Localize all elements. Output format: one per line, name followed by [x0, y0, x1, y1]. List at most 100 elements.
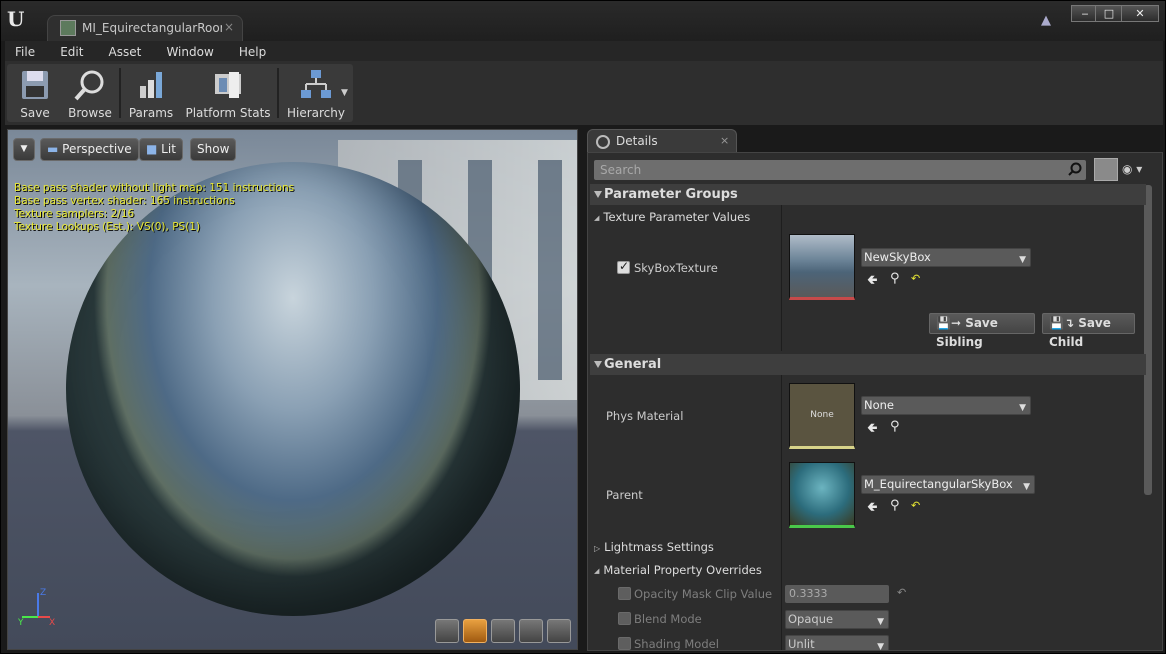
sphere-preview-button[interactable]: [463, 619, 487, 643]
shading-override-checkbox[interactable]: [618, 637, 631, 650]
view-options-eye-icon[interactable]: ◉ ▾: [1122, 162, 1152, 176]
close-window-button[interactable]: ✕: [1121, 5, 1159, 22]
details-search-input[interactable]: Search: [594, 160, 1086, 180]
parent-combo[interactable]: M_EquirectangularSkyBox ▼: [861, 475, 1035, 494]
phys-material-combo[interactable]: None ▼: [861, 396, 1031, 415]
shading-value: Unlit: [788, 637, 815, 651]
section-general[interactable]: General: [590, 354, 1146, 375]
parent-material-thumbnail[interactable]: [789, 462, 855, 528]
editor-window: U MI_EquirectangularRoom! × ▲ ‒ □ ✕ File…: [0, 0, 1166, 654]
stats-line: Texture Lookups (Est.): VS(0), PS(1): [14, 221, 201, 233]
lightmass-settings-header[interactable]: Lightmass Settings: [594, 540, 714, 554]
params-icon: [140, 72, 162, 98]
chevron-down-icon: ▼: [1023, 482, 1030, 492]
cube-preview-button[interactable]: [519, 619, 543, 643]
details-tab[interactable]: Details ×: [587, 129, 737, 153]
chevron-down-icon: ▼: [877, 617, 884, 627]
lit-cube-icon: ■: [146, 142, 158, 156]
column-divider: [781, 375, 782, 650]
skybox-texture-combo[interactable]: NewSkyBox ▼: [861, 248, 1031, 267]
browse-button[interactable]: Browse: [63, 64, 117, 122]
opacity-mask-input[interactable]: 0.3333: [785, 585, 889, 603]
save-button[interactable]: Save: [7, 64, 63, 122]
save-sibling-icon: 💾➞: [936, 316, 966, 330]
texture-param-values-label: Texture Parameter Values: [603, 210, 751, 224]
show-button[interactable]: Show: [190, 138, 237, 161]
graduation-cap-icon[interactable]: ▲: [1041, 13, 1057, 28]
chevron-down-icon: ▼: [1019, 255, 1026, 265]
lit-button[interactable]: ■ Lit: [139, 138, 183, 161]
material-instance-icon: [60, 20, 76, 36]
toolbar-separator: [277, 68, 279, 118]
save-child-button[interactable]: 💾↴ Save Child: [1042, 313, 1135, 349]
texture-param-values-header[interactable]: Texture Parameter Values: [594, 210, 750, 224]
preview-viewport[interactable]: ▼ ▬ Perspective ■ Lit Show Base pass sha…: [7, 129, 578, 650]
skybox-enable-checkbox[interactable]: ✓: [617, 259, 630, 274]
details-icon: [596, 135, 610, 149]
menu-help[interactable]: Help: [229, 42, 276, 62]
phys-material-thumbnail[interactable]: None: [789, 383, 855, 449]
skybox-value: NewSkyBox: [864, 250, 931, 264]
axis-z-label: Z: [40, 588, 46, 598]
details-scrollbar[interactable]: [1144, 185, 1152, 495]
use-selected-arrow-icon[interactable]: 🢀: [867, 498, 878, 520]
axis-y-label: Y: [17, 618, 24, 627]
details-tab-label: Details: [616, 134, 658, 148]
column-divider: [781, 205, 782, 351]
toolbar: Save Browse Params Platform Stats Hierar…: [5, 61, 1163, 125]
details-tab-close-icon[interactable]: ×: [720, 134, 729, 147]
shading-model-combo[interactable]: Unlit ▼: [785, 635, 889, 651]
perspective-icon: ▬: [47, 142, 59, 156]
viewport-options-button[interactable]: ▼: [13, 138, 35, 161]
save-label: Save: [20, 106, 50, 120]
save-icon: [22, 71, 48, 99]
details-panel: Search ◉ ▾ Parameter Groups Texture Para…: [587, 152, 1163, 651]
reset-to-default-icon[interactable]: ↶: [897, 586, 906, 599]
menu-file[interactable]: File: [5, 42, 45, 62]
property-matrix-button[interactable]: [1094, 158, 1118, 181]
axis-x-label: X: [49, 618, 55, 627]
params-label: Params: [128, 106, 174, 120]
mesh-preview-button[interactable]: [547, 619, 571, 643]
hierarchy-dropdown-icon[interactable]: ▼: [341, 88, 348, 98]
skybox-texture-thumbnail[interactable]: [789, 234, 855, 300]
menu-edit[interactable]: Edit: [50, 42, 93, 62]
browse-magnifier-icon[interactable]: ⚲: [890, 419, 900, 434]
opacity-override-checkbox[interactable]: [618, 587, 631, 600]
save-sibling-button[interactable]: 💾➞ Save Sibling: [929, 313, 1035, 349]
menu-bar: File Edit Asset Window Help: [5, 41, 1163, 61]
browse-magnifier-icon[interactable]: ⚲: [890, 271, 900, 286]
section-parameter-groups[interactable]: Parameter Groups: [590, 184, 1146, 205]
params-button[interactable]: Params: [123, 64, 179, 122]
tab-close-icon[interactable]: ×: [224, 20, 234, 34]
stats-line: Texture samplers: 2/16: [14, 208, 135, 220]
perspective-button[interactable]: ▬ Perspective: [40, 138, 139, 161]
plane-preview-button[interactable]: [491, 619, 515, 643]
skybox-texture-label: SkyBoxTexture: [634, 261, 718, 275]
browse-magnifier-icon[interactable]: ⚲: [890, 498, 900, 513]
menu-asset[interactable]: Asset: [99, 42, 152, 62]
title-bar: U MI_EquirectangularRoom! × ▲ ‒ □ ✕: [1, 1, 1165, 41]
menu-window[interactable]: Window: [156, 42, 223, 62]
platform-stats-label: Platform Stats: [185, 106, 271, 120]
blend-mode-combo[interactable]: Opaque ▼: [785, 610, 889, 629]
use-selected-arrow-icon[interactable]: 🢀: [867, 271, 878, 293]
hierarchy-icon: [301, 70, 331, 98]
unreal-logo-icon[interactable]: U: [7, 7, 31, 31]
shading-model-label: Shading Model: [634, 637, 719, 651]
material-overrides-header[interactable]: Material Property Overrides: [594, 563, 761, 577]
search-icon[interactable]: [1068, 162, 1082, 176]
maximize-button[interactable]: □: [1095, 5, 1123, 22]
opacity-mask-label: Opacity Mask Clip Value: [634, 587, 773, 601]
use-selected-arrow-icon[interactable]: 🢀: [867, 419, 878, 441]
blend-mode-label: Blend Mode: [634, 612, 702, 626]
asset-tab[interactable]: MI_EquirectangularRoom! ×: [47, 15, 243, 41]
blend-override-checkbox[interactable]: [618, 612, 631, 625]
reset-to-default-icon[interactable]: ↶: [911, 499, 920, 512]
cylinder-preview-button[interactable]: [435, 619, 459, 643]
reset-to-default-icon[interactable]: ↶: [911, 272, 920, 285]
checkmark-icon: ✓: [619, 259, 630, 273]
chevron-down-icon: ▼: [1019, 403, 1026, 413]
shader-stats: Base pass shader without light map: 151 …: [14, 182, 294, 234]
platform-stats-button[interactable]: Platform Stats: [183, 64, 273, 122]
